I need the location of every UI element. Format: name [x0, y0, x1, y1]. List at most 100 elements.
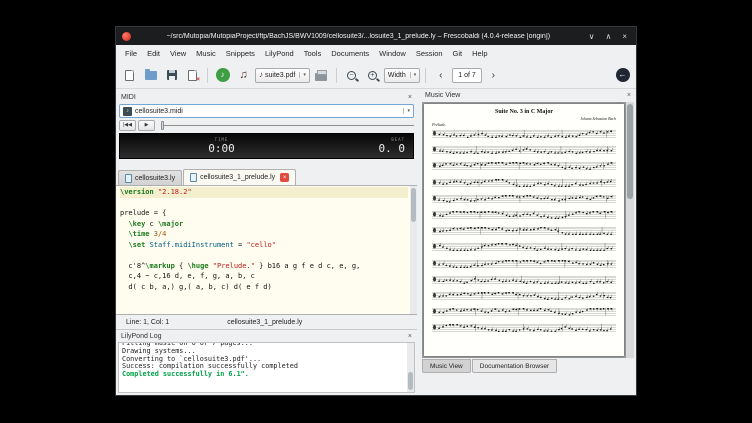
music-view-close-button[interactable]: × [627, 92, 631, 99]
tab-label: cellosuite3_1_prelude.ly [200, 174, 275, 181]
menu-lilypond[interactable]: LilyPond [260, 47, 299, 60]
open-document-button[interactable] [141, 66, 160, 85]
save-document-icon [167, 70, 177, 80]
code-editor[interactable]: \version "2.18.2" prelude = { \key c \maj… [116, 185, 417, 315]
code-line[interactable]: d( c b, a,) g,( a, b, c) d( e f d) [120, 282, 408, 293]
previous-page-button[interactable]: ‹ [431, 66, 450, 85]
menu-window[interactable]: Window [374, 47, 411, 60]
lcd-beat-value: 0. 0 [379, 142, 406, 155]
music-systems [432, 130, 616, 332]
play-button[interactable]: ▶ [138, 120, 155, 131]
close-button[interactable]: × [619, 32, 630, 41]
code-line[interactable]: \set Staff.midiInstrument = "cello" [120, 240, 408, 251]
code-line[interactable] [120, 198, 408, 209]
code-line[interactable]: \version "2.18.2" [120, 187, 408, 198]
music-preview-button[interactable]: ♫ [234, 66, 253, 85]
print-button[interactable] [312, 66, 331, 85]
code-line[interactable]: c,4 ~ c,16 d, e, f, g, a, b, c [120, 271, 408, 282]
menu-session[interactable]: Session [411, 47, 448, 60]
code-line[interactable]: prelude = { [120, 208, 408, 219]
staff-system [432, 292, 616, 300]
code-line[interactable] [120, 250, 408, 261]
code-line[interactable]: \key c \major [120, 219, 408, 230]
editor-scrollbar[interactable] [410, 186, 417, 314]
page-indicator[interactable]: 1 of 7 [452, 68, 482, 83]
midi-panel-title: MIDI [121, 94, 136, 101]
code-area[interactable]: \version "2.18.2" prelude = { \key c \maj… [120, 187, 408, 314]
music-view-viewport[interactable]: Suite No. 3 in C Major Johann Sebastian … [422, 102, 634, 358]
midi-lcd-display: TIME 0:00 BEAT 0. 0 [119, 133, 414, 159]
tab-music-view[interactable]: Music View [422, 359, 471, 373]
midi-file-selector[interactable]: ♪ cellosuite3.midi ▾ [119, 104, 414, 118]
menu-help[interactable]: Help [467, 47, 492, 60]
slider-handle[interactable] [161, 121, 164, 130]
score-page[interactable]: Suite No. 3 in C Major Johann Sebastian … [424, 104, 624, 356]
toolbar-separator [336, 68, 337, 83]
editor-scrollbar-thumb[interactable] [411, 188, 416, 222]
staff-system [432, 211, 616, 219]
score-title: Suite No. 3 in C Major [432, 109, 616, 115]
document-icon [190, 173, 197, 182]
maximize-button[interactable]: ∧ [602, 32, 614, 41]
menu-git[interactable]: Git [448, 47, 468, 60]
score-composer: Johann Sebastian Bach [432, 117, 616, 121]
horizontal-splitter[interactable] [116, 162, 417, 169]
close-document-button[interactable]: × [183, 66, 202, 85]
tab-cellosuite3[interactable]: cellosuite3.ly [118, 170, 182, 185]
tab-cellosuite3-1-prelude[interactable]: cellosuite3_1_prelude.ly × [183, 169, 296, 185]
menu-tools[interactable]: Tools [299, 47, 327, 60]
music-view-scrollbar[interactable] [626, 102, 634, 358]
tab-close-button[interactable]: × [280, 173, 289, 182]
music-view-scrollbar-thumb[interactable] [627, 104, 633, 199]
log-scrollbar-thumb[interactable] [408, 372, 413, 390]
chevron-down-icon: ▾ [299, 72, 306, 78]
music-view-header: Music View × [420, 89, 636, 101]
frescobaldi-window: ~/src/Mutopia/MutopiaProject/ftp/BachJS/… [115, 26, 637, 396]
cursor-position: Line: 1, Col: 1 [126, 319, 169, 326]
new-document-icon [125, 70, 134, 81]
minimize-button[interactable]: ∨ [586, 32, 598, 41]
code-line[interactable]: \time 3/4 [120, 229, 408, 240]
engrave-button[interactable]: ♪ [213, 66, 232, 85]
staff-system [432, 276, 616, 284]
zoom-out-button[interactable]: − [342, 66, 361, 85]
save-document-button[interactable] [162, 66, 181, 85]
pdf-selector[interactable]: ♪ suite3.pdf ▾ [255, 68, 310, 83]
midi-panel-close-button[interactable]: × [408, 94, 412, 101]
tool-tabbar: Music View Documentation Browser [420, 358, 636, 373]
back-button[interactable]: ← [613, 66, 632, 85]
midi-file-value: cellosuite3.midi [135, 108, 183, 115]
log-viewport[interactable]: Fitting music on 6 or 7 pages...Drawing … [118, 342, 415, 393]
document-tabbar: cellosuite3.ly cellosuite3_1_prelude.ly … [116, 169, 417, 185]
menu-music[interactable]: Music [191, 47, 221, 60]
music-note-icon: ♫ [239, 70, 247, 81]
midi-panel-header: MIDI × [116, 91, 417, 103]
status-bar: Line: 1, Col: 1 cellosuite3_1_prelude.ly [116, 315, 417, 329]
menu-edit[interactable]: Edit [142, 47, 165, 60]
menu-file[interactable]: File [120, 47, 142, 60]
staff-system [432, 179, 616, 187]
titlebar[interactable]: ~/src/Mutopia/MutopiaProject/ftp/BachJS/… [116, 27, 636, 45]
engrave-icon: ♪ [216, 68, 230, 82]
menu-snippets[interactable]: Snippets [221, 47, 260, 60]
zoom-mode-value: Width [388, 72, 406, 79]
log-panel-title: LilyPond Log [121, 333, 161, 340]
rewind-button[interactable]: |◀◀ [119, 120, 136, 131]
chevron-down-icon: ▾ [410, 72, 417, 78]
midi-position-slider[interactable] [161, 120, 414, 131]
staff-system [432, 162, 616, 170]
code-line[interactable]: c'8^\markup { \huge "Prelude." } b16 a g… [120, 261, 408, 272]
music-view-title: Music View [425, 92, 460, 99]
desktop: ~/src/Mutopia/MutopiaProject/ftp/BachJS/… [0, 0, 752, 423]
zoom-in-button[interactable]: + [363, 66, 382, 85]
menu-documents[interactable]: Documents [326, 47, 374, 60]
toolbar: × ♪ ♫ ♪ suite3.pdf ▾ − + Width ▾ ‹ 1 of … [116, 62, 636, 89]
tab-documentation-browser[interactable]: Documentation Browser [472, 359, 557, 373]
log-scrollbar[interactable] [407, 343, 414, 392]
new-document-button[interactable] [120, 66, 139, 85]
log-panel-close-button[interactable]: × [408, 333, 412, 340]
zoom-in-icon: + [368, 71, 377, 80]
zoom-mode-selector[interactable]: Width ▾ [384, 68, 420, 83]
next-page-button[interactable]: › [484, 66, 503, 85]
menu-view[interactable]: View [165, 47, 191, 60]
